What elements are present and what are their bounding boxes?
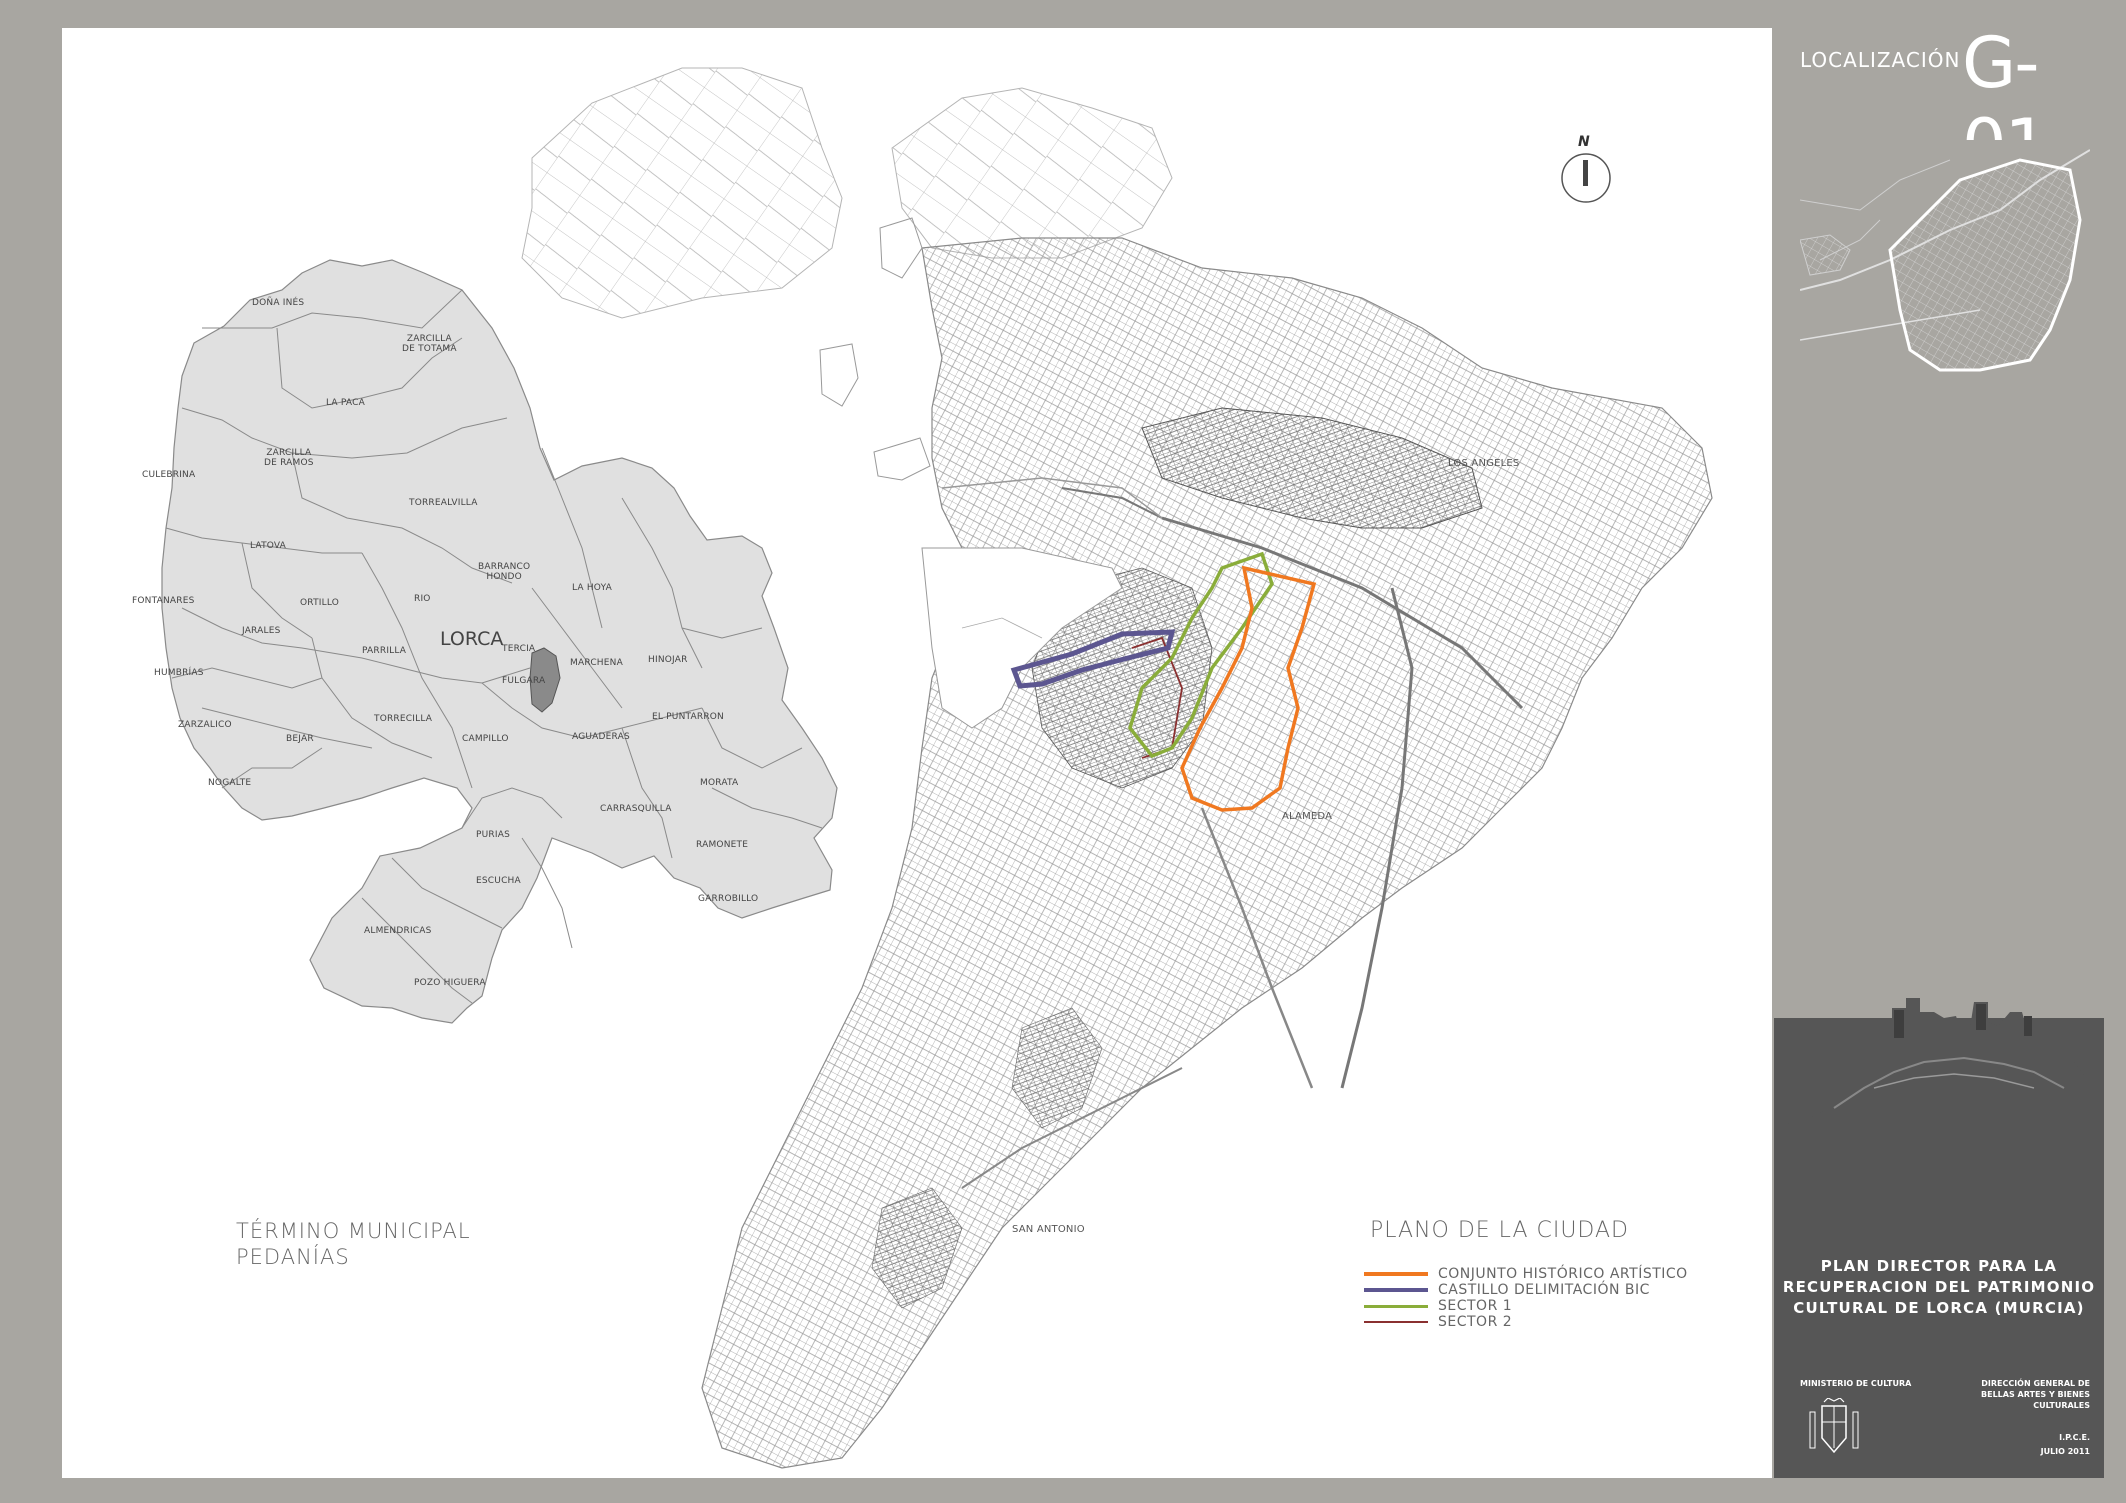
place-label: LOS ANGELES bbox=[1448, 458, 1520, 469]
thumbnail-map-icon bbox=[1799, 140, 2091, 380]
legend-item-sector-1: SECTOR 1 bbox=[1364, 1298, 1512, 1314]
ministerio-label: MINISTERIO DE CULTURA bbox=[1800, 1379, 1912, 1388]
direccion-general-label: DIRECCIÓN GENERAL DE BELLAS ARTES Y BIEN… bbox=[1981, 1379, 2090, 1410]
north-arrow-icon bbox=[1561, 153, 1611, 203]
coat-of-arms-icon bbox=[1809, 1398, 1859, 1454]
title-block: LOCALIZACIÓN G-01 bbox=[1774, 22, 2104, 1478]
legend-label: SECTOR 2 bbox=[1438, 1314, 1513, 1330]
legend-swatch bbox=[1364, 1288, 1428, 1292]
city-plan-title: PLANO DE LA CIUDAD bbox=[1370, 1218, 1629, 1243]
legend-swatch bbox=[1364, 1272, 1428, 1276]
legend-swatch bbox=[1364, 1304, 1428, 1308]
legend-item-conjunto: CONJUNTO HISTÓRICO ARTÍSTICO bbox=[1364, 1266, 1688, 1282]
ipce-label: I.P.C.E. bbox=[2059, 1433, 2090, 1442]
location-thumbnail bbox=[1799, 140, 2091, 380]
localizacion-label: LOCALIZACIÓN bbox=[1800, 48, 1961, 72]
castle-photo-panel: PLAN DIRECTOR PARA LA RECUPERACION DEL P… bbox=[1774, 998, 2104, 1478]
castle-silhouette-icon bbox=[1774, 998, 2104, 1158]
place-label: SAN ANTONIO bbox=[1012, 1224, 1085, 1235]
legend-item-castillo: CASTILLO DELIMITACIÓN BIC bbox=[1364, 1282, 1650, 1298]
city-plan-map bbox=[521, 67, 1713, 1469]
date-label: JULIO 2011 bbox=[2040, 1447, 2090, 1456]
legend-item-sector-2: SECTOR 2 bbox=[1364, 1314, 1512, 1330]
place-label: ALAMEDA bbox=[1282, 811, 1333, 822]
legend-label: SECTOR 1 bbox=[1438, 1298, 1513, 1314]
map-sheet: DOÑA INÉS ZARCILLA DE TOTAMA LA PACA ZARC… bbox=[0, 0, 2126, 1503]
plan-director-title: PLAN DIRECTOR PARA LA RECUPERACION DEL P… bbox=[1782, 1257, 2096, 1317]
legend-swatch bbox=[1364, 1321, 1428, 1323]
north-arrow-label: N bbox=[1578, 134, 1590, 150]
map-area: DOÑA INÉS ZARCILLA DE TOTAMA LA PACA ZARC… bbox=[62, 28, 1772, 1478]
legend-label: CONJUNTO HISTÓRICO ARTÍSTICO bbox=[1438, 1266, 1688, 1282]
legend-label: CASTILLO DELIMITACIÓN BIC bbox=[1438, 1282, 1650, 1298]
